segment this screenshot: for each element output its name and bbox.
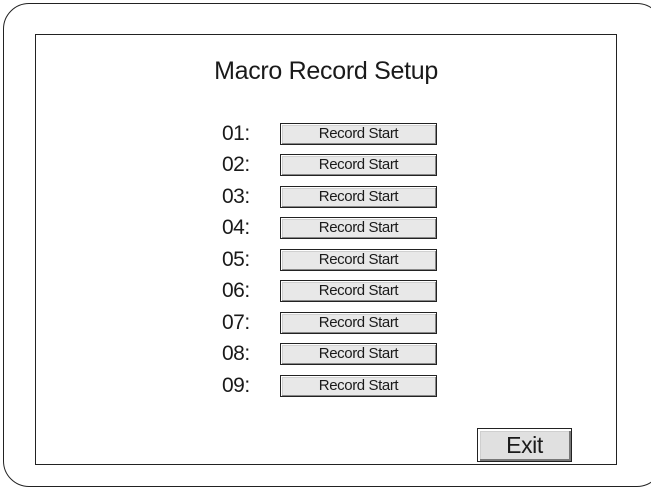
macro-slot-label: 09:	[222, 373, 250, 397]
macro-slot-label: 02:	[222, 153, 250, 177]
record-start-button-03[interactable]: Record Start	[280, 185, 437, 208]
record-start-button-07[interactable]: Record Start	[280, 311, 437, 334]
page-title: Macro Record Setup	[214, 57, 438, 85]
macro-row-01: 01: Record Start	[222, 118, 437, 150]
macro-row-04: 04: Record Start	[222, 213, 437, 245]
record-start-button-04[interactable]: Record Start	[280, 217, 437, 240]
record-start-button-02[interactable]: Record Start	[280, 154, 437, 177]
macro-row-08: 08: Record Start	[222, 339, 437, 371]
macro-slot-label: 07:	[222, 310, 250, 334]
record-start-button-09[interactable]: Record Start	[280, 374, 437, 397]
macro-row-07: 07: Record Start	[222, 307, 437, 339]
macro-slot-label: 06:	[222, 279, 250, 303]
macro-slot-label: 04:	[222, 216, 250, 240]
macro-list: 01: Record Start 02: Record Start 03: Re…	[222, 118, 437, 402]
macro-slot-label: 03:	[222, 184, 250, 208]
record-start-button-08[interactable]: Record Start	[280, 343, 437, 366]
macro-row-02: 02: Record Start	[222, 150, 437, 182]
macro-row-09: 09: Record Start	[222, 370, 437, 402]
macro-slot-label: 08:	[222, 342, 250, 366]
macro-row-06: 06: Record Start	[222, 276, 437, 308]
macro-record-setup-screen: Macro Record Setup 01: Record Start 02: …	[35, 34, 617, 465]
macro-slot-label: 05:	[222, 247, 250, 271]
record-start-button-05[interactable]: Record Start	[280, 248, 437, 271]
macro-row-05: 05: Record Start	[222, 244, 437, 276]
macro-slot-label: 01:	[222, 121, 250, 145]
record-start-button-06[interactable]: Record Start	[280, 280, 437, 303]
record-start-button-01[interactable]: Record Start	[280, 122, 437, 145]
macro-row-03: 03: Record Start	[222, 181, 437, 213]
exit-button[interactable]: Exit	[477, 428, 572, 462]
